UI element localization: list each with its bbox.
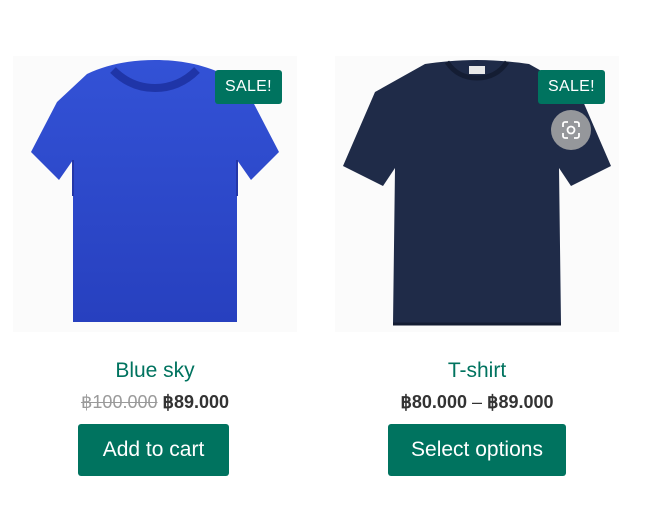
sale-price: ฿89.000 (162, 392, 230, 412)
sale-badge: SALE! (538, 70, 605, 104)
add-to-cart-button[interactable]: Add to cart (78, 424, 229, 476)
price-range-high: ฿89.000 (487, 392, 554, 412)
zoom-button[interactable] (551, 110, 591, 150)
zoom-scan-icon (562, 121, 580, 139)
price-range-separator: – (471, 392, 482, 412)
sale-badge: SALE! (215, 70, 282, 104)
product-title-link[interactable]: T-shirt (327, 357, 627, 385)
product-price-range: ฿80.000 – ฿89.000 (327, 390, 627, 414)
product-title-link[interactable]: Blue sky (5, 357, 305, 385)
select-options-button[interactable]: Select options (388, 424, 566, 476)
original-price: ฿100.000 (80, 392, 158, 412)
price-range-low: ฿80.000 (400, 392, 467, 412)
product-price: ฿100.000 ฿89.000 (5, 390, 305, 414)
